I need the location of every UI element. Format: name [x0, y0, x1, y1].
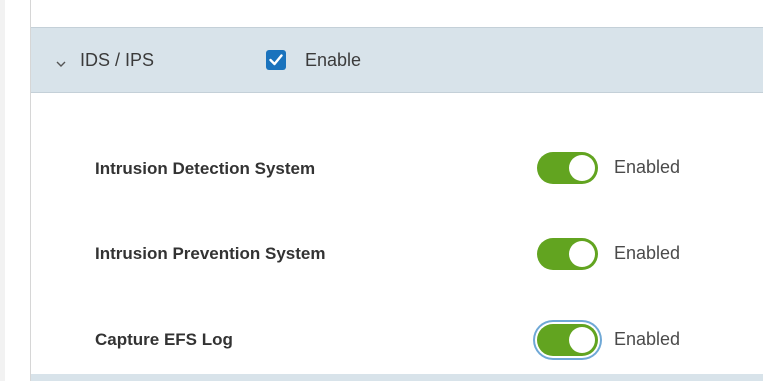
enable-checkbox-label[interactable]: Enable — [305, 48, 361, 72]
setting-label-efs-log: Capture EFS Log — [95, 330, 233, 349]
chevron-down-icon[interactable] — [56, 56, 66, 67]
ids-toggle[interactable] — [537, 152, 598, 184]
efs-log-status: Enabled — [614, 329, 681, 349]
settings-page: IDS / IPS Enable Intrusion Detection Sys… — [0, 0, 763, 381]
toggle-knob — [569, 155, 595, 181]
ids-ips-section-header[interactable]: IDS / IPS Enable — [31, 27, 763, 93]
ids-ips-panel: IDS / IPS Enable Intrusion Detection Sys… — [30, 0, 763, 381]
checkmark-icon — [269, 54, 283, 66]
left-gutter — [0, 0, 5, 381]
ips-status: Enabled — [614, 243, 681, 263]
setting-label-ids: Intrusion Detection System — [95, 159, 316, 178]
ids-status: Enabled — [614, 157, 681, 177]
setting-label-ips: Intrusion Prevention System — [95, 244, 326, 263]
efs-log-toggle[interactable] — [537, 324, 598, 356]
ips-toggle[interactable] — [537, 238, 598, 270]
section-title: IDS / IPS — [80, 50, 155, 70]
next-section-edge — [31, 374, 763, 381]
enable-checkbox[interactable] — [266, 50, 286, 70]
toggle-knob — [569, 241, 595, 267]
toggle-knob — [569, 327, 595, 353]
